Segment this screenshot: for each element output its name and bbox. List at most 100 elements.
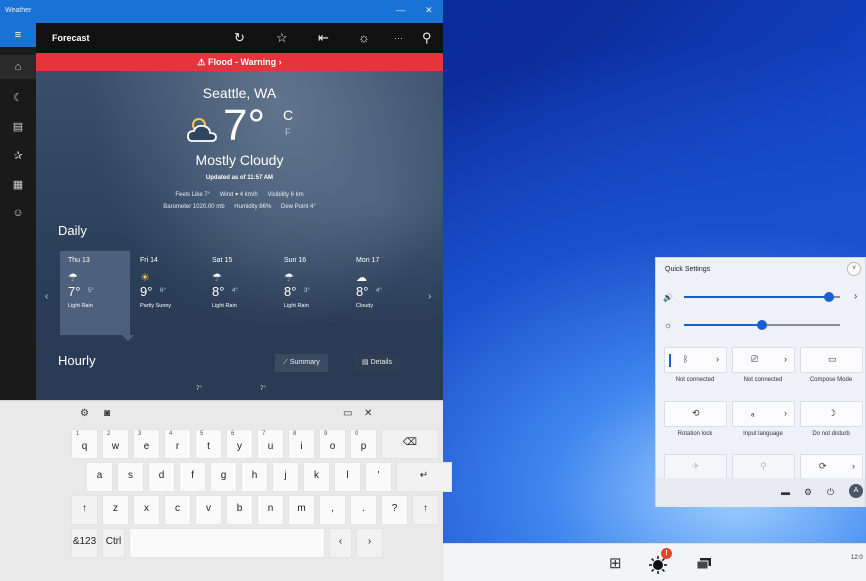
clock[interactable]: 12:0 — [851, 555, 863, 561]
tile-icon: ⎚ — [751, 354, 759, 364]
hamburger-menu-icon[interactable]: ≡ — [0, 23, 36, 47]
key-n[interactable]: n — [257, 495, 284, 525]
updated-time: Updated as of 11:57 AM — [205, 175, 274, 181]
unit-fahrenheit[interactable]: F — [285, 127, 291, 137]
news-icon[interactable]: ▦ — [0, 173, 36, 197]
key-h[interactable]: h — [241, 462, 268, 492]
key-j[interactable]: j — [272, 462, 299, 492]
key-z[interactable]: z — [102, 495, 129, 525]
keyboard-settings-icon[interactable]: ⚙ — [80, 408, 89, 419]
quick-action-tile[interactable]: ⟳ › — [800, 454, 863, 480]
key-m[interactable]: m — [288, 495, 315, 525]
day-card[interactable]: Sat 15 ☂ 8° 4° Light Rain — [204, 251, 274, 335]
volume-slider[interactable] — [684, 292, 840, 302]
daily-next-arrow[interactable]: › — [428, 291, 431, 302]
keyboard-layout-icon[interactable]: ▭ — [343, 408, 352, 419]
day-card[interactable]: Mon 17 ☁ 8° 4° Cloudy — [348, 251, 418, 335]
key-t[interactable]: 5t — [195, 429, 222, 459]
key-a[interactable]: a — [86, 462, 113, 492]
places-icon[interactable]: ✰ — [0, 144, 36, 168]
key-f[interactable]: f — [179, 462, 206, 492]
feedback-icon[interactable]: ☺ — [0, 201, 36, 225]
key-c[interactable]: c — [164, 495, 191, 525]
search-icon[interactable]: ⚲ — [422, 30, 432, 46]
symbols-key[interactable]: &123 — [71, 528, 98, 558]
quick-action-tile[interactable]: ᛒ › — [664, 347, 727, 373]
refresh-icon[interactable]: ↻ — [234, 30, 245, 46]
pin-icon[interactable]: ⇤ — [318, 30, 329, 46]
key-d[interactable]: d — [148, 462, 175, 492]
key-o[interactable]: 9o — [319, 429, 346, 459]
flood-warning-banner[interactable]: ⚠ Flood - Warning › — [36, 53, 443, 71]
quick-action-tile[interactable]: ⎚ › — [732, 347, 795, 373]
quick-action-tile[interactable]: ₐ › — [732, 401, 795, 427]
maps-icon[interactable]: ☾ — [0, 86, 36, 110]
home-icon[interactable]: ⌂ — [0, 55, 36, 79]
summary-button[interactable]: ⟋ Summary — [275, 354, 328, 372]
enter-key[interactable]: ↵ — [396, 462, 452, 492]
battery-icon[interactable]: ▬ — [781, 487, 790, 497]
tile-more-arrow[interactable]: › — [716, 354, 719, 364]
ctrl-key[interactable]: Ctrl — [102, 528, 125, 558]
tile-label: Not connected — [675, 377, 715, 383]
key-q[interactable]: 1q — [71, 429, 98, 459]
key-b[interactable]: b — [226, 495, 253, 525]
sidebar: ≡ ⌂ ☾ ▤ ✰ ▦ ☺ — [0, 23, 36, 400]
backspace-key[interactable]: ⌫ — [381, 429, 439, 459]
cursor-left-key[interactable]: ‹ — [329, 528, 352, 558]
close-button[interactable]: ✕ — [425, 5, 433, 16]
key-period[interactable]: . — [350, 495, 377, 525]
tile-more-arrow[interactable]: › — [784, 408, 787, 418]
gear-icon[interactable]: ⚙ — [804, 487, 812, 498]
volume-more-arrow[interactable]: › — [854, 291, 857, 302]
tile-more-arrow[interactable]: › — [852, 461, 855, 471]
key-r[interactable]: 4r — [164, 429, 191, 459]
settings-icon[interactable]: ☼ — [358, 30, 370, 45]
space-key[interactable] — [129, 528, 325, 558]
key-e[interactable]: 3e — [133, 429, 160, 459]
tile-more-arrow[interactable]: › — [784, 354, 787, 364]
slider-thumb[interactable] — [757, 320, 767, 330]
collapse-chevron-icon[interactable]: ˅ — [847, 262, 861, 276]
daily-prev-arrow[interactable]: ‹ — [45, 291, 48, 302]
active-indicator — [669, 354, 671, 367]
avatar[interactable]: A — [849, 484, 863, 498]
minimize-button[interactable]: — — [396, 5, 405, 15]
day-card[interactable]: Fri 14 ☀ 9° 6° Partly Sunny — [132, 251, 202, 335]
key-g[interactable]: g — [210, 462, 237, 492]
day-card[interactable]: Sun 16 ☂ 8° 3° Light Rain — [276, 251, 346, 335]
day-card[interactable]: Thu 13 ☂ 7° 5° Light Rain — [60, 251, 130, 335]
key-x[interactable]: x — [133, 495, 160, 525]
slider-thumb[interactable] — [824, 292, 835, 302]
key-question[interactable]: ? — [381, 495, 408, 525]
key-w[interactable]: 2w — [102, 429, 129, 459]
key-i[interactable]: 8i — [288, 429, 315, 459]
unit-celsius[interactable]: C — [283, 107, 293, 123]
key-v[interactable]: v — [195, 495, 222, 525]
power-icon[interactable]: ⏻ — [827, 487, 834, 498]
key-y[interactable]: 6y — [226, 429, 253, 459]
key-apostrophe[interactable]: ' — [365, 462, 392, 492]
key-p[interactable]: 0p — [350, 429, 377, 459]
shift-key-right[interactable]: ↑ — [412, 495, 439, 525]
brightness-slider[interactable] — [684, 320, 840, 330]
quick-action-tile[interactable]: ▭ — [800, 347, 863, 373]
key-l[interactable]: l — [334, 462, 361, 492]
task-view-icon[interactable] — [697, 558, 711, 570]
quick-action-tile[interactable]: ☽ — [800, 401, 863, 427]
key-k[interactable]: k — [303, 462, 330, 492]
favorite-icon[interactable]: ☆ — [276, 30, 288, 46]
start-button-icon[interactable]: ⊞ — [609, 554, 622, 572]
key-u[interactable]: 7u — [257, 429, 284, 459]
title-bar[interactable]: Weather — ✕ — [0, 0, 443, 23]
details-button[interactable]: ▤ Details — [354, 354, 400, 372]
keyboard-close-icon[interactable]: ✕ — [364, 408, 372, 419]
historical-icon[interactable]: ▤ — [0, 115, 36, 139]
shift-key[interactable]: ↑ — [71, 495, 98, 525]
cursor-right-key[interactable]: › — [356, 528, 383, 558]
key-comma[interactable]: , — [319, 495, 346, 525]
key-s[interactable]: s — [117, 462, 144, 492]
more-icon[interactable]: ··· — [394, 33, 403, 43]
emoji-icon[interactable]: ◙ — [104, 408, 110, 419]
quick-action-tile[interactable]: ⟲ — [664, 401, 727, 427]
